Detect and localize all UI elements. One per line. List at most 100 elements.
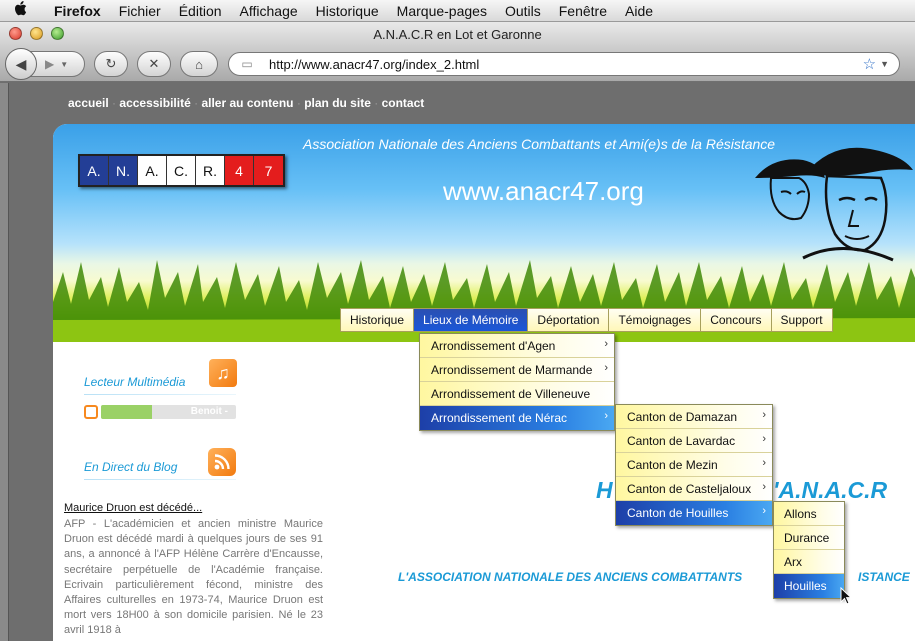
window-titlebar: A.N.A.C.R en Lot et Garonne [0, 22, 915, 46]
menu-affichage[interactable]: Affichage [231, 3, 307, 19]
sidebar-splitter[interactable] [0, 83, 9, 641]
association-name: Association Nationale des Anciens Combat… [303, 136, 776, 152]
close-window-button[interactable] [9, 27, 22, 40]
divider [84, 479, 236, 480]
audio-player[interactable]: Benoit - [84, 404, 236, 419]
tab-concours[interactable]: Concours [701, 309, 772, 331]
menu-item-arrondissement-agen[interactable]: Arrondissement d'Agen › [420, 334, 614, 358]
menu-item-canton-houilles[interactable]: Canton de Houilles › [616, 501, 772, 525]
news-article-title[interactable]: Maurice Druon est décédé... [64, 502, 202, 514]
link-accessibilite[interactable]: accessibilité [119, 96, 190, 110]
rss-icon[interactable] [208, 448, 236, 476]
assoc-right: ISTANCE [858, 570, 910, 584]
link-plan-du-site[interactable]: plan du site [304, 96, 371, 110]
back-button[interactable]: ◀ [5, 48, 37, 80]
reload-icon: ↻ [105, 56, 117, 71]
tab-historique[interactable]: Historique [341, 309, 415, 331]
assoc-left: L'ASSOCIATION NATIONALE DES ANCIENS COMB… [398, 570, 743, 584]
menu-item-canton-mezin[interactable]: Canton de Mezin › [616, 453, 772, 477]
link-contact[interactable]: contact [382, 96, 425, 110]
tab-lieux-de-memoire[interactable]: Lieux de Mémoire [414, 309, 529, 331]
divider [84, 394, 236, 395]
forward-button[interactable]: ▶ [45, 57, 54, 71]
zoom-window-button[interactable] [51, 27, 64, 40]
minimize-window-button[interactable] [30, 27, 43, 40]
menu-edition[interactable]: Édition [170, 3, 231, 19]
menu-item-label: Arrondissement d'Agen [431, 338, 556, 353]
apple-icon[interactable] [0, 1, 40, 20]
home-icon: ⌂ [195, 56, 203, 72]
history-dropdown-icon[interactable]: ▼ [60, 60, 68, 69]
menu-item-arrondissement-villeneuve[interactable]: Arrondissement de Villeneuve [420, 382, 614, 406]
dropdown-cantons: Canton de Damazan › Canton de Lavardac › C… [615, 404, 773, 526]
close-icon: ✕ [148, 56, 160, 71]
link-accueil[interactable]: accueil [68, 96, 109, 110]
menu-historique[interactable]: Historique [307, 3, 388, 19]
multimedia-player-title: Lecteur Multimédia [84, 375, 186, 389]
menu-item-arx[interactable]: Arx [774, 550, 844, 574]
url-dropdown-icon[interactable]: ▼ [880, 59, 889, 69]
menu-item-canton-casteljaloux[interactable]: Canton de Casteljaloux › [616, 477, 772, 501]
logo-letter: A. [80, 156, 109, 185]
bookmark-star-icon[interactable]: ☆ [863, 55, 876, 73]
menu-item-durance[interactable]: Durance [774, 526, 844, 550]
menu-item-label: Canton de Lavardac [627, 433, 736, 448]
play-button[interactable] [84, 404, 98, 419]
menu-fichier[interactable]: Fichier [110, 3, 170, 19]
url-text[interactable]: http://www.anacr47.org/index_2.html [259, 57, 863, 72]
chevron-right-icon: › [762, 409, 766, 421]
menu-item-canton-lavardac[interactable]: Canton de Lavardac › [616, 429, 772, 453]
anacr-logo[interactable]: A. N. A. C. R. 4 7 [78, 154, 285, 187]
chevron-right-icon: › [762, 457, 766, 469]
stop-button[interactable]: ✕ [137, 51, 171, 77]
logo-letter: C. [167, 156, 196, 185]
tab-deportation[interactable]: Déportation [528, 309, 610, 331]
menu-outils[interactable]: Outils [496, 3, 550, 19]
reload-button[interactable]: ↻ [94, 51, 128, 77]
tab-support[interactable]: Support [771, 309, 832, 331]
page-heading: H 'A.N.A.C.R [596, 477, 887, 504]
back-forward-control: ◀ ▶ ▼ [5, 48, 85, 80]
accessibility-links: accueil · accessibilité · aller au conte… [68, 96, 424, 110]
chevron-right-icon: › [762, 433, 766, 445]
menu-item-label: Canton de Casteljaloux [627, 481, 752, 496]
blog-title[interactable]: En Direct du Blog [84, 460, 177, 474]
page-viewport: accueil · accessibilité · aller au conte… [0, 83, 915, 641]
menu-item-arrondissement-marmande[interactable]: Arrondissement de Marmande › [420, 358, 614, 382]
association-subheading: L'ASSOCIATION NATIONALE DES ANCIENS COMB… [398, 570, 910, 584]
separator: · [374, 96, 382, 110]
page-icon: ▭ [241, 57, 253, 71]
menu-item-allons[interactable]: Allons [774, 502, 844, 526]
menu-firefox[interactable]: Firefox [40, 3, 110, 19]
player-progress-track[interactable]: Benoit - [101, 404, 236, 419]
address-bar[interactable]: ▭ http://www.anacr47.org/index_2.html ☆ … [228, 52, 900, 76]
chevron-right-icon: › [762, 481, 766, 493]
menu-marque-pages[interactable]: Marque-pages [388, 3, 496, 19]
logo-letter: 4 [225, 156, 254, 185]
chevron-right-icon: › [604, 338, 608, 350]
menu-item-label: Arrondissement de Villeneuve [431, 386, 591, 401]
menu-fenetre[interactable]: Fenêtre [550, 3, 616, 19]
system-menu-bar: Firefox Fichier Édition Affichage Histor… [0, 0, 915, 22]
heading-right: 'A.N.A.C.R [773, 477, 888, 503]
menu-item-arrondissement-nerac[interactable]: Arrondissement de Nérac › [420, 406, 614, 430]
heading-left: H [596, 477, 613, 503]
player-track-name: Benoit - [190, 405, 228, 417]
dropdown-communes: Allons Durance Arx Houilles [773, 501, 845, 599]
menu-item-canton-damazan[interactable]: Canton de Damazan › [616, 405, 772, 429]
site-container: Association Nationale des Anciens Combat… [53, 124, 915, 641]
logo-letter: R. [196, 156, 225, 185]
menu-item-label: Canton de Houilles [627, 506, 729, 520]
menu-item-houilles[interactable]: Houilles [774, 574, 844, 598]
logo-letter: A. [138, 156, 167, 185]
home-button[interactable]: ⌂ [180, 51, 218, 77]
tab-temoignages[interactable]: Témoignages [609, 309, 702, 331]
menu-aide[interactable]: Aide [616, 3, 662, 19]
chevron-right-icon: › [762, 505, 766, 517]
window-title: A.N.A.C.R en Lot et Garonne [373, 26, 542, 42]
link-aller-au-contenu[interactable]: aller au contenu [201, 96, 293, 110]
logo-letter: 7 [254, 156, 283, 185]
mouse-pointer-icon [840, 586, 853, 610]
chevron-right-icon: › [604, 362, 608, 374]
browser-toolbar: ◀ ▶ ▼ ↻ ✕ ⌂ ▭ http://www.anacr47.org/ind… [0, 46, 915, 82]
